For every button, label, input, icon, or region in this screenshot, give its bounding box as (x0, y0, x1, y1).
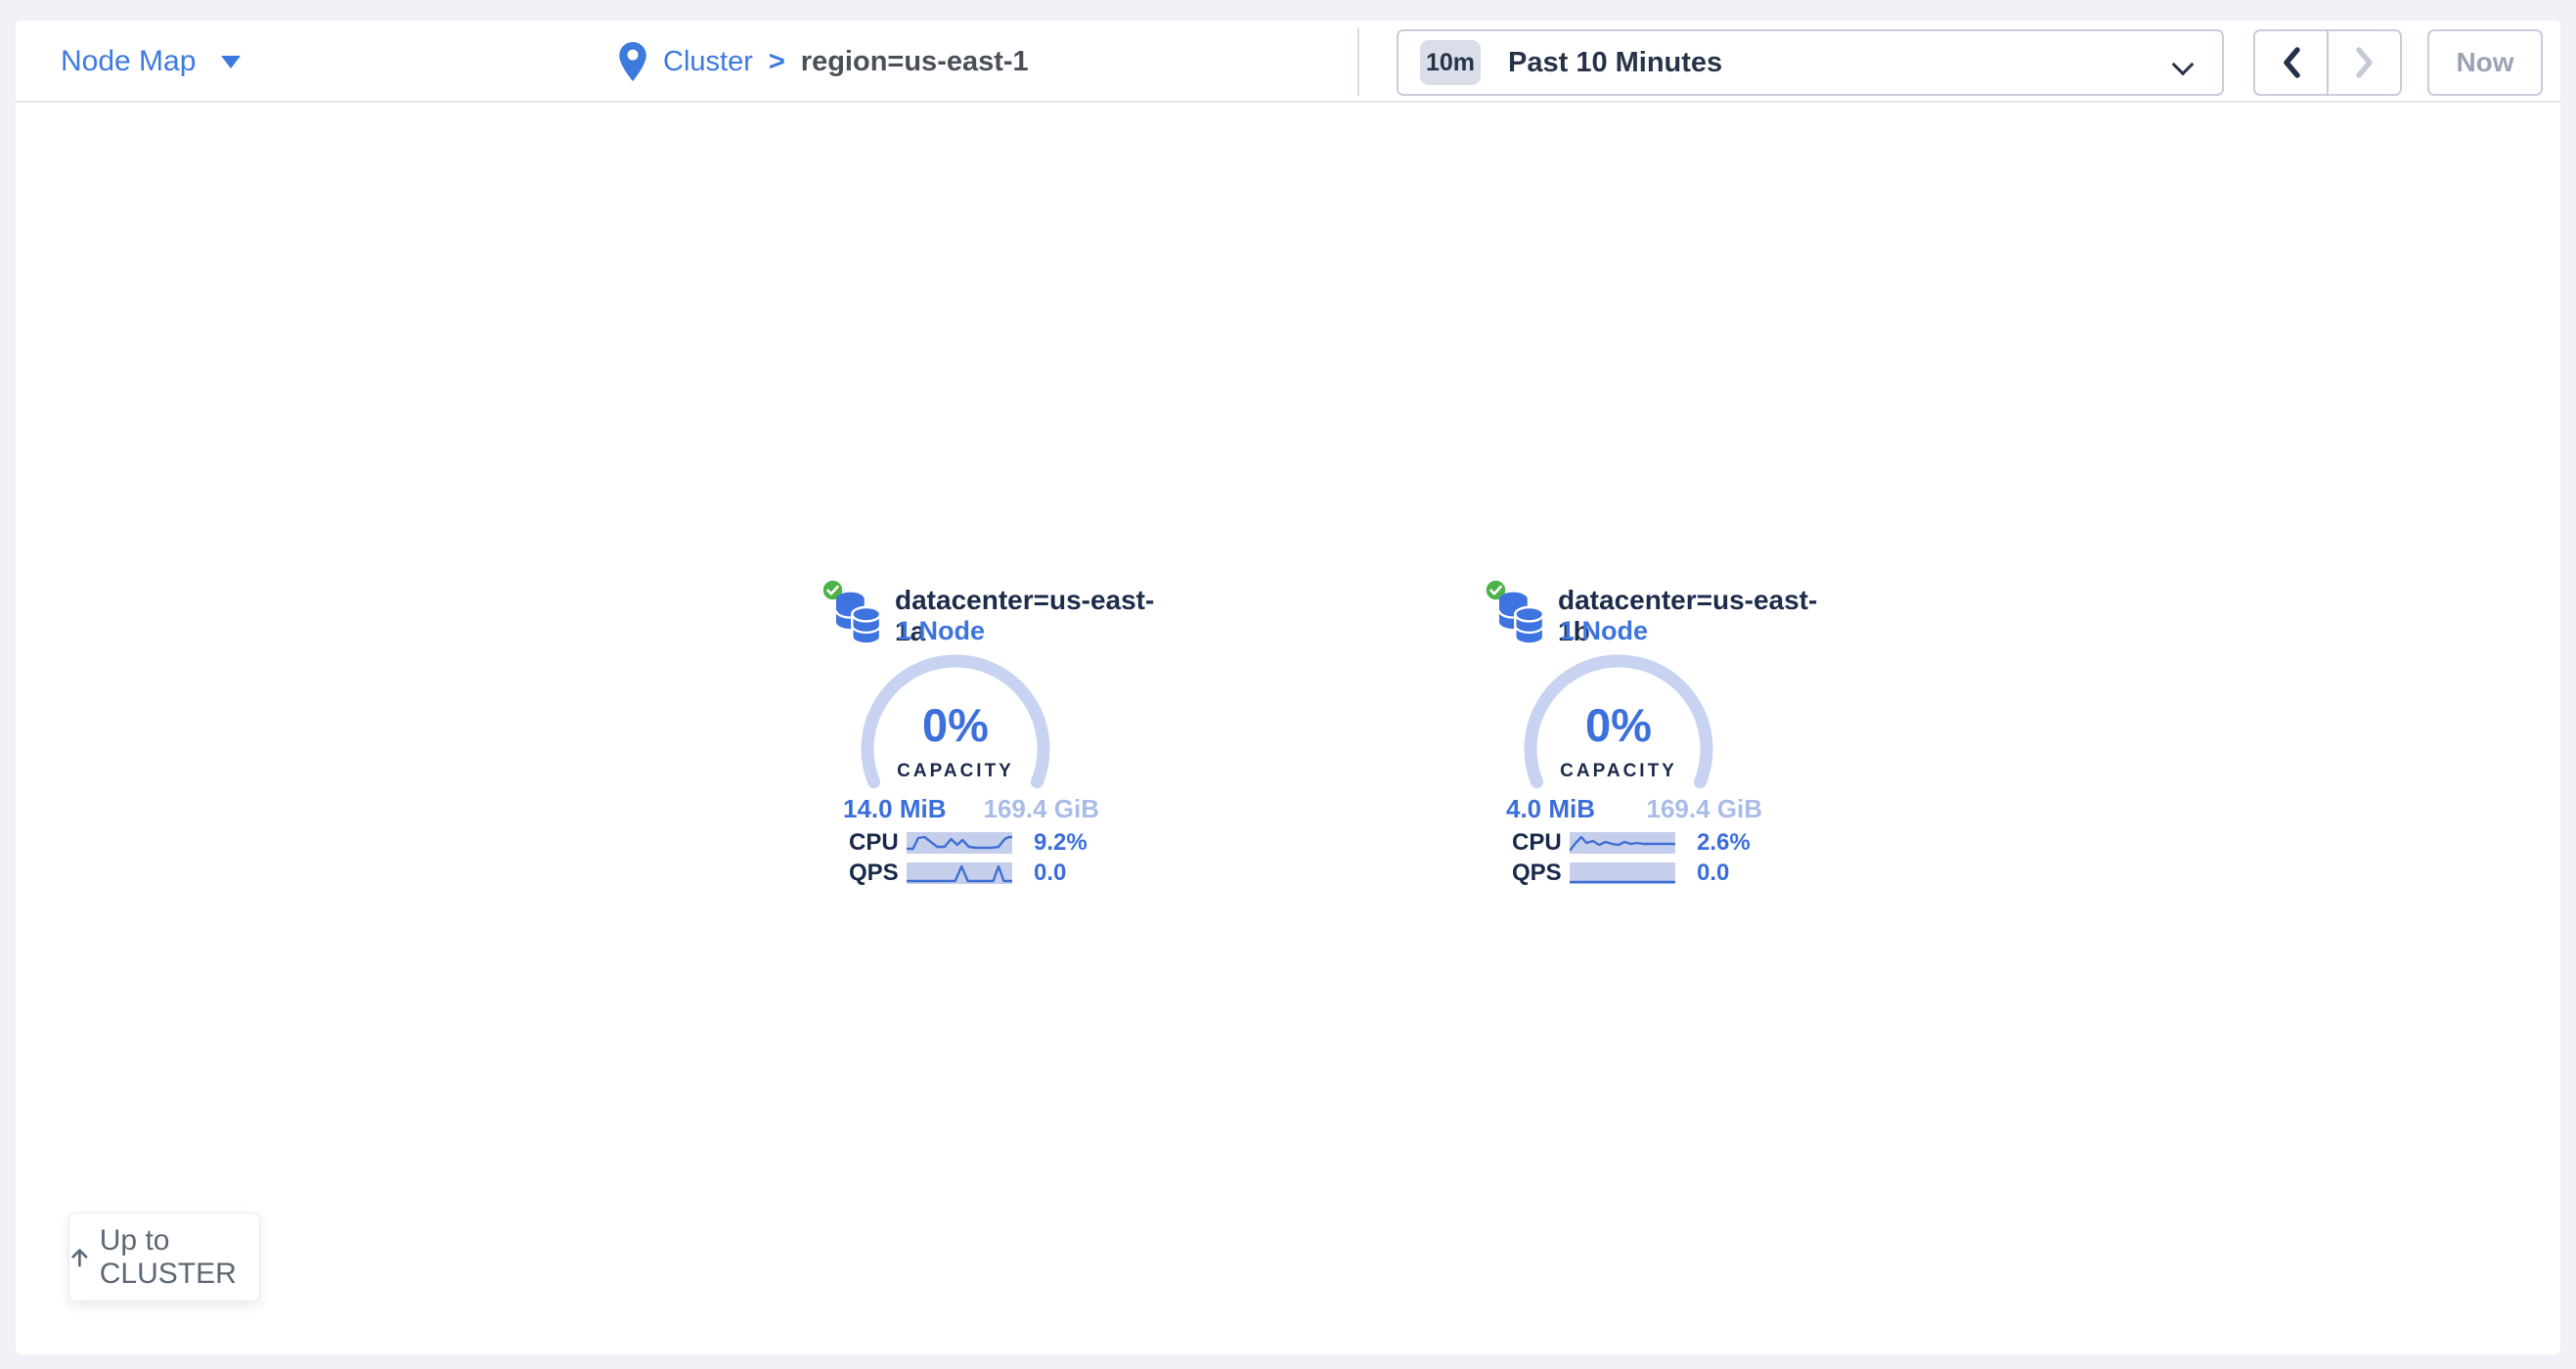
time-next-button[interactable] (2329, 31, 2400, 94)
chevron-right-icon (2352, 44, 2377, 81)
time-nav-group (2253, 29, 2402, 96)
qps-metric-row: QPS 0.0 (1483, 862, 1835, 884)
up-to-cluster-button[interactable]: Up to CLUSTER (68, 1213, 260, 1302)
qps-value: 0.0 (1697, 862, 1729, 884)
time-range-dropdown[interactable]: 10m Past 10 Minutes (1397, 29, 2224, 96)
location-pin-icon (618, 40, 647, 83)
main-panel: Node Map Cluster > region=us-east-1 10m … (16, 21, 2560, 1354)
cpu-label: CPU (1512, 832, 1562, 854)
capacity-label: CAPACITY (1511, 761, 1726, 782)
arrow-up-icon (69, 1244, 90, 1271)
capacity-label: CAPACITY (848, 761, 1063, 782)
capacity-percent: 0% (848, 698, 1063, 752)
time-prev-button[interactable] (2255, 31, 2329, 94)
cpu-sparkline (907, 832, 1012, 854)
database-stack-icon (835, 591, 882, 645)
chevron-left-icon (2279, 44, 2304, 81)
cpu-sparkline (1570, 832, 1675, 854)
toolbar-divider (1357, 27, 1359, 96)
qps-label: QPS (849, 862, 899, 884)
qps-metric-row: QPS 0.0 (820, 862, 1172, 884)
qps-sparkline (1570, 862, 1675, 884)
cpu-label: CPU (849, 832, 899, 854)
cpu-metric-row: CPU 9.2% (820, 832, 1172, 854)
top-toolbar: Node Map Cluster > region=us-east-1 10m … (16, 21, 2560, 103)
qps-value: 0.0 (1034, 862, 1066, 884)
cpu-metric-row: CPU 2.6% (1483, 832, 1835, 854)
up-to-cluster-label: Up to CLUSTER (100, 1224, 259, 1291)
now-button[interactable]: Now (2427, 29, 2543, 96)
breadcrumb: Cluster > region=us-east-1 (618, 21, 1029, 103)
time-range-label: Past 10 Minutes (1508, 47, 1722, 79)
capacity-used: 4.0 MiB (1506, 794, 1595, 824)
breadcrumb-cluster-link[interactable]: Cluster (663, 46, 753, 78)
qps-sparkline (907, 862, 1012, 884)
capacity-values: 14.0 MiB 169.4 GiB (843, 794, 1099, 824)
datacenter-node-count: 1 Node (1560, 616, 1648, 646)
capacity-percent: 0% (1511, 698, 1726, 752)
capacity-total: 169.4 GiB (1646, 794, 1762, 824)
breadcrumb-separator: > (769, 46, 785, 78)
view-mode-label: Node Map (61, 45, 196, 78)
database-stack-icon (1498, 591, 1545, 645)
datacenter-card[interactable]: datacenter=us-east-1b 1 Node 0% CAPACITY… (1483, 575, 1835, 907)
cpu-value: 9.2% (1034, 832, 1088, 854)
cpu-value: 2.6% (1697, 832, 1751, 854)
capacity-total: 169.4 GiB (983, 794, 1099, 824)
breadcrumb-current: region=us-east-1 (801, 46, 1029, 78)
view-mode-dropdown[interactable]: Node Map (61, 21, 241, 103)
qps-label: QPS (1512, 862, 1562, 884)
chevron-down-icon (221, 56, 241, 68)
datacenter-card[interactable]: datacenter=us-east-1a 1 Node 0% CAPACITY… (820, 575, 1172, 907)
time-range-badge: 10m (1420, 40, 1481, 85)
capacity-values: 4.0 MiB 169.4 GiB (1506, 794, 1762, 824)
capacity-used: 14.0 MiB (843, 794, 947, 824)
datacenter-node-count: 1 Node (897, 616, 985, 646)
chevron-down-icon (2172, 54, 2195, 76)
